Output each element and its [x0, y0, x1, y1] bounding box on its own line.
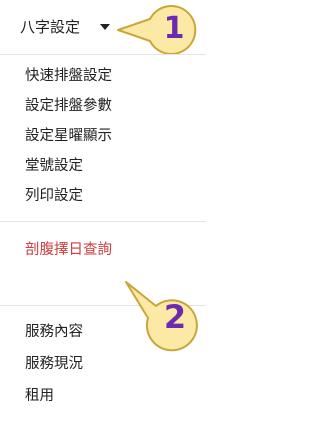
menu-item-rent[interactable]: 租用 [25, 386, 54, 406]
menu-title[interactable]: 八字設定 [20, 17, 80, 37]
callout-number-1: 1 [163, 10, 185, 46]
caret-down-icon[interactable] [100, 24, 110, 30]
divider [0, 221, 206, 222]
callout-badge-1: 1 [110, 2, 206, 55]
callout-badge-2: 2 [124, 280, 206, 354]
menu-item-star-display[interactable]: 設定星曜顯示 [25, 126, 112, 146]
menu-item-print-settings[interactable]: 列印設定 [25, 186, 83, 206]
menu-item-chart-parameters[interactable]: 設定排盤參數 [25, 96, 112, 116]
menu-item-quick-chart-settings[interactable]: 快速排盤設定 [25, 66, 112, 86]
callout-number-2: 2 [163, 298, 187, 336]
divider [0, 54, 206, 55]
menu-item-service-content[interactable]: 服務內容 [25, 322, 83, 342]
menu-item-service-status[interactable]: 服務現況 [25, 354, 83, 374]
menu-item-caesarean-date-query[interactable]: 剖腹擇日查詢 [25, 240, 112, 260]
menu-item-hall-name[interactable]: 堂號設定 [25, 156, 83, 176]
